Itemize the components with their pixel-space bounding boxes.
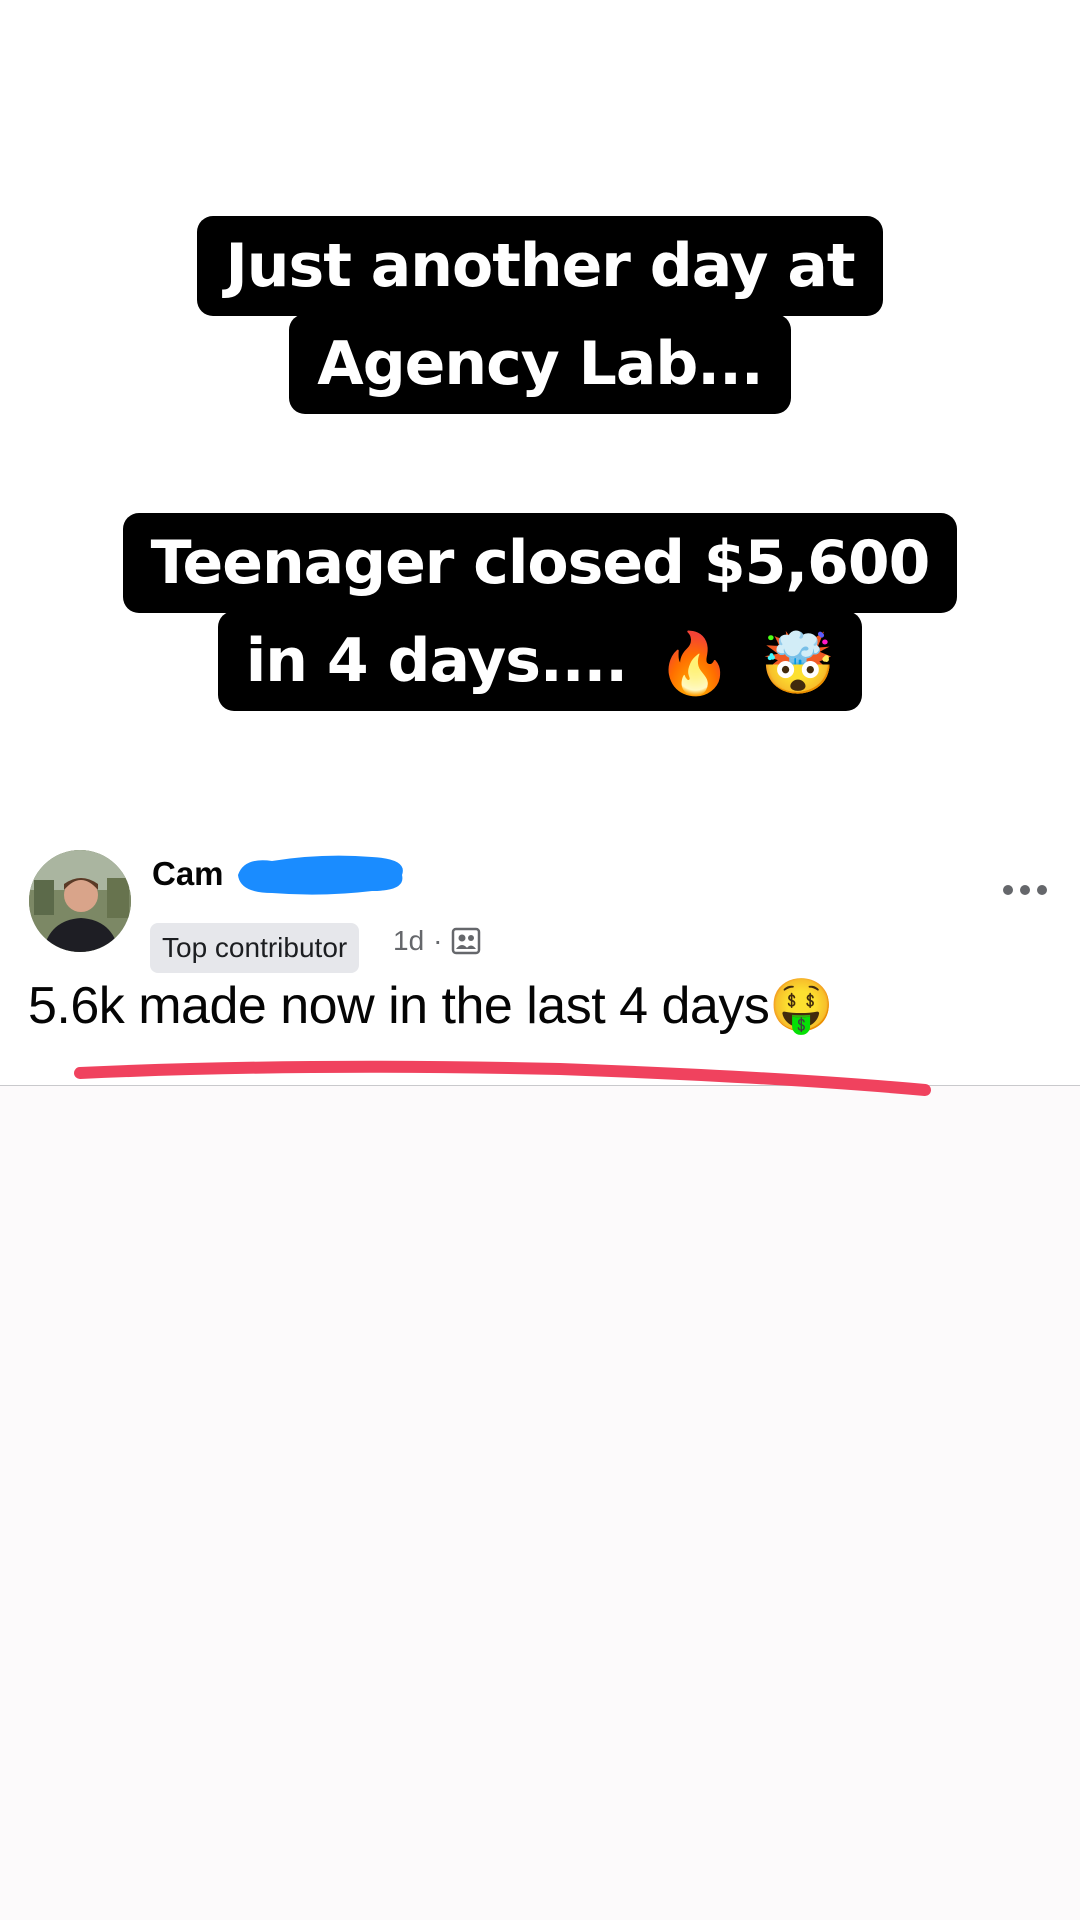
caption-line: Agency Lab...: [289, 314, 791, 414]
caption-line: Teenager closed $5,600: [122, 513, 958, 613]
post-body: 5.6k made now in the last 4 days🤑: [28, 975, 834, 1036]
caption-line: in 4 days.... 🔥 🤯: [217, 611, 863, 711]
redaction-scribble: [238, 855, 403, 895]
caption-line: Just another day at: [197, 216, 883, 316]
meta-separator: ·: [433, 925, 443, 956]
post-body-text: 5.6k made now in the last 4 days: [28, 977, 770, 1035]
caption-text: in 4 days....: [245, 626, 628, 696]
post-meta: 1d ·: [393, 925, 481, 957]
author-name[interactable]: Cam: [152, 855, 224, 893]
caption-heading-1: Just another day at Agency Lab...: [0, 216, 1080, 414]
mind-blown-emoji-icon: 🤯: [760, 629, 836, 700]
highlight-underline: [74, 1060, 931, 1096]
post-card: Cam Top contributor 1d · 5.6k made now i…: [0, 835, 1080, 1086]
money-mouth-emoji-icon: 🤑: [769, 977, 834, 1035]
more-options-icon[interactable]: [1000, 875, 1050, 905]
post-time[interactable]: 1d: [393, 925, 424, 957]
top-contributor-badge: Top contributor: [150, 923, 360, 973]
fire-emoji-icon: 🔥: [656, 629, 732, 700]
avatar[interactable]: [29, 850, 131, 952]
caption-heading-2: Teenager closed $5,600 in 4 days.... 🔥 🤯: [0, 513, 1080, 711]
group-members-icon: [452, 927, 481, 955]
